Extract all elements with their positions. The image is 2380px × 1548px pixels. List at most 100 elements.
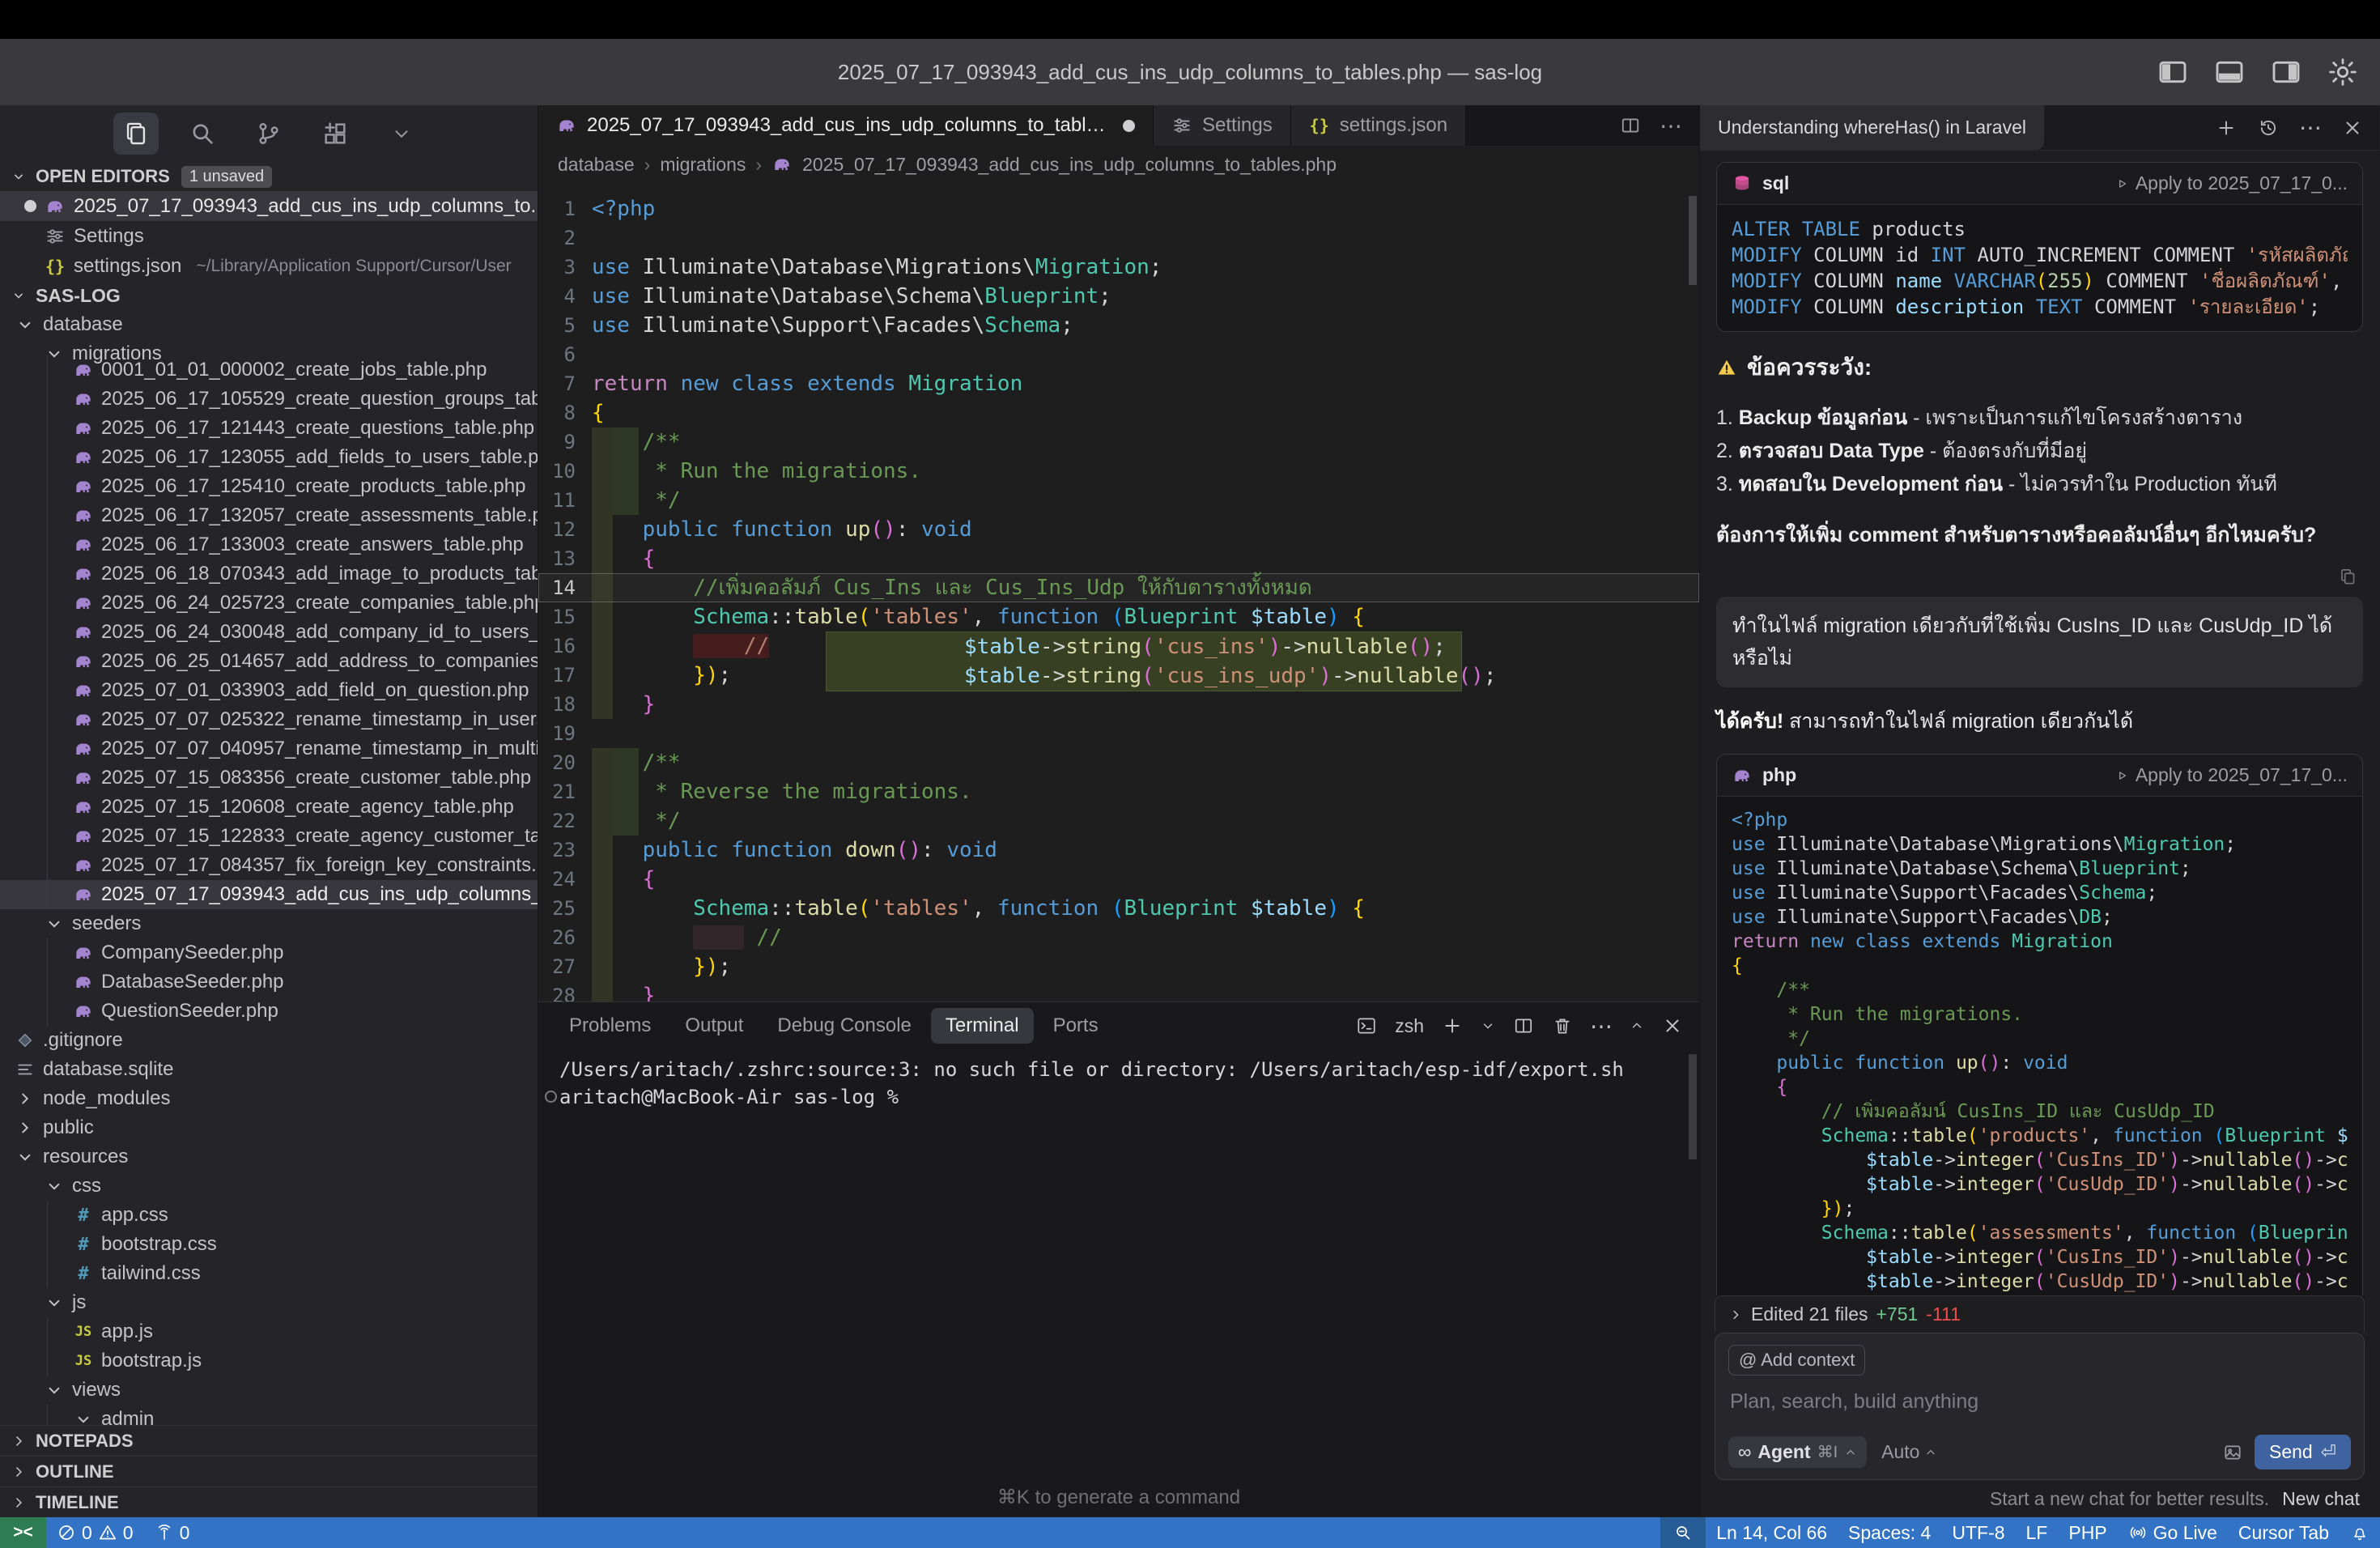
tree-item[interactable]: JSbootstrap.js: [0, 1346, 538, 1376]
terminal-tab-debug-console[interactable]: Debug Console: [763, 1008, 925, 1044]
tree-item[interactable]: 2025_07_17_084357_fix_foreign_key_constr…: [0, 851, 538, 880]
cursor-position[interactable]: Ln 14, Col 66: [1706, 1517, 1838, 1548]
outline-section[interactable]: OUTLINE: [0, 1456, 538, 1486]
chat-more-icon[interactable]: ⋯: [2300, 117, 2321, 138]
new-chat-icon[interactable]: [2216, 117, 2237, 138]
copy-icon[interactable]: [2337, 566, 2358, 587]
code-line[interactable]: 7return new class extends Migration: [538, 369, 1699, 398]
tree-item[interactable]: #app.css: [0, 1201, 538, 1230]
chat-input-box[interactable]: @ Add context Plan, search, build anythi…: [1715, 1333, 2365, 1480]
code-line[interactable]: 21 * Reverse the migrations.: [538, 777, 1699, 806]
agent-mode-selector[interactable]: ∞ Agent ⌘I: [1728, 1436, 1867, 1468]
tree-item[interactable]: 2025_06_17_132057_create_assessments_tab…: [0, 501, 538, 530]
tree-item[interactable]: database.sqlite: [0, 1055, 538, 1084]
indentation[interactable]: Spaces: 4: [1838, 1517, 1941, 1548]
code-line[interactable]: 11 */: [538, 486, 1699, 515]
problems-status[interactable]: 0 0: [46, 1517, 144, 1548]
code-line[interactable]: 26 //: [538, 923, 1699, 952]
tree-item[interactable]: 2025_06_17_123055_add_fields_to_users_ta…: [0, 443, 538, 472]
terminal-tab-terminal[interactable]: Terminal: [931, 1008, 1034, 1044]
code-line[interactable]: 5use Illuminate\Support\Facades\Schema;: [538, 311, 1699, 340]
code-line[interactable]: 1<?php: [538, 194, 1699, 223]
apply-button[interactable]: Apply to 2025_07_17_0...: [2114, 764, 2348, 786]
chat-close-icon[interactable]: [2342, 117, 2363, 138]
code-line[interactable]: 2: [538, 223, 1699, 253]
code-line[interactable]: 9 /**: [538, 427, 1699, 457]
code-line[interactable]: 15 Schema::table('tables', function (Blu…: [538, 602, 1699, 632]
notifications-bell-icon[interactable]: [2340, 1517, 2380, 1548]
open-editor-item[interactable]: 2025_07_17_093943_add_cus_ins_udp_column…: [0, 191, 538, 221]
tree-item[interactable]: .gitignore: [0, 1026, 538, 1055]
code-line[interactable]: 24 {: [538, 865, 1699, 894]
tree-item[interactable]: resources: [0, 1142, 538, 1172]
tree-item[interactable]: views: [0, 1376, 538, 1405]
edited-files-summary[interactable]: Edited 21 files +751 -111: [1715, 1295, 2365, 1333]
tree-item[interactable]: 2025_06_24_030048_add_company_id_to_user…: [0, 618, 538, 647]
tree-item[interactable]: CompanySeeder.php: [0, 938, 538, 968]
breadcrumb-database[interactable]: database: [558, 154, 635, 176]
code-line[interactable]: 12 public function up(): void: [538, 515, 1699, 544]
tree-item[interactable]: DatabaseSeeder.php: [0, 968, 538, 997]
terminal-output[interactable]: /Users/aritach/.zshrc:source:3: no such …: [538, 1049, 1699, 1111]
close-panel-icon[interactable]: [1662, 1015, 1683, 1036]
language-mode[interactable]: PHP: [2058, 1517, 2117, 1548]
send-button[interactable]: Send⏎: [2255, 1435, 2351, 1469]
tree-item[interactable]: 2025_07_15_120608_create_agency_table.ph…: [0, 793, 538, 822]
tree-item[interactable]: 2025_06_25_014657_add_address_to_compani…: [0, 647, 538, 676]
more-actions-icon[interactable]: ⋯: [1660, 115, 1681, 136]
tree-item[interactable]: public: [0, 1113, 538, 1142]
search-icon[interactable]: [180, 113, 225, 155]
new-chat-link[interactable]: New chat: [2282, 1488, 2360, 1510]
toggle-bottom-panel-icon[interactable]: [2213, 56, 2246, 88]
model-selector[interactable]: Auto: [1881, 1441, 1937, 1463]
code-line[interactable]: 6: [538, 340, 1699, 369]
tree-item[interactable]: 2025_07_01_033903_add_field_on_question.…: [0, 676, 538, 705]
ai-diff-suggestion[interactable]: $table->string('cus_ins')->nullable();$t…: [826, 632, 1462, 691]
code-line[interactable]: 8{: [538, 398, 1699, 427]
open-editors-header[interactable]: OPEN EDITORS 1 unsaved: [0, 162, 538, 191]
editor-tab[interactable]: 2025_07_17_093943_add_cus_ins_udp_column…: [538, 105, 1154, 146]
code-line[interactable]: 14 //เพิ่มคอลัมภ์ Cus_Ins และ Cus_Ins_Ud…: [538, 573, 1699, 602]
code-line[interactable]: 4use Illuminate\Database\Schema\Blueprin…: [538, 282, 1699, 311]
code-line[interactable]: 27 });: [538, 952, 1699, 981]
maximize-panel-icon[interactable]: [1630, 1019, 1644, 1033]
remote-indicator[interactable]: ><: [0, 1517, 46, 1548]
tree-item[interactable]: 2025_07_07_025322_rename_timestamp_in_us…: [0, 705, 538, 734]
encoding[interactable]: UTF-8: [1941, 1517, 2015, 1548]
add-context-chip[interactable]: @ Add context: [1728, 1345, 1865, 1376]
tree-item[interactable]: 2025_06_17_121443_create_questions_table…: [0, 414, 538, 443]
split-terminal-icon[interactable]: [1513, 1015, 1534, 1036]
code-line[interactable]: 19: [538, 719, 1699, 748]
apply-button[interactable]: Apply to 2025_07_17_0...: [2114, 172, 2348, 194]
editor-scrollbar[interactable]: [1689, 196, 1697, 285]
toggle-right-panel-icon[interactable]: [2270, 56, 2302, 88]
tree-item[interactable]: seeders: [0, 909, 538, 938]
tree-item[interactable]: node_modules: [0, 1084, 538, 1113]
terminal-line[interactable]: aritach@MacBook-Air sas-log %: [559, 1083, 1699, 1111]
open-editor-item[interactable]: {}settings.json~/Library/Application Sup…: [0, 251, 538, 281]
terminal-tab-problems[interactable]: Problems: [555, 1008, 665, 1044]
notepads-section[interactable]: NOTEPADS: [0, 1425, 538, 1456]
tree-item[interactable]: 2025_07_17_093943_add_cus_ins_udp_column…: [0, 880, 538, 909]
terminal-scrollbar[interactable]: [1689, 1054, 1697, 1159]
tree-item[interactable]: QuestionSeeder.php: [0, 997, 538, 1026]
breadcrumb[interactable]: database › migrations › 2025_07_17_09394…: [538, 146, 1699, 183]
code-line[interactable]: 28 }: [538, 981, 1699, 1002]
tree-item[interactable]: js: [0, 1288, 538, 1317]
tree-item[interactable]: 0001_01_01_000002_create_jobs_table.php: [0, 355, 538, 385]
code-line[interactable]: 22 */: [538, 806, 1699, 836]
tree-item[interactable]: 2025_06_17_133003_create_answers_table.p…: [0, 530, 538, 559]
go-live[interactable]: Go Live: [2118, 1517, 2228, 1548]
breadcrumb-migrations[interactable]: migrations: [660, 154, 746, 176]
extensions-icon[interactable]: [312, 113, 358, 155]
tree-item[interactable]: 2025_06_17_105529_create_question_groups…: [0, 385, 538, 414]
code-line[interactable]: 13 {: [538, 544, 1699, 573]
split-editor-icon[interactable]: [1620, 115, 1641, 136]
tree-item[interactable]: admin: [0, 1405, 538, 1425]
eol-sequence[interactable]: LF: [2016, 1517, 2059, 1548]
tree-item[interactable]: 2025_07_15_122833_create_agency_customer…: [0, 822, 538, 851]
code-line[interactable]: 20 /**: [538, 748, 1699, 777]
tree-item[interactable]: 2025_07_15_083356_create_customer_table.…: [0, 763, 538, 793]
code-line[interactable]: 23 public function down(): void: [538, 836, 1699, 865]
tree-item[interactable]: #bootstrap.css: [0, 1230, 538, 1259]
